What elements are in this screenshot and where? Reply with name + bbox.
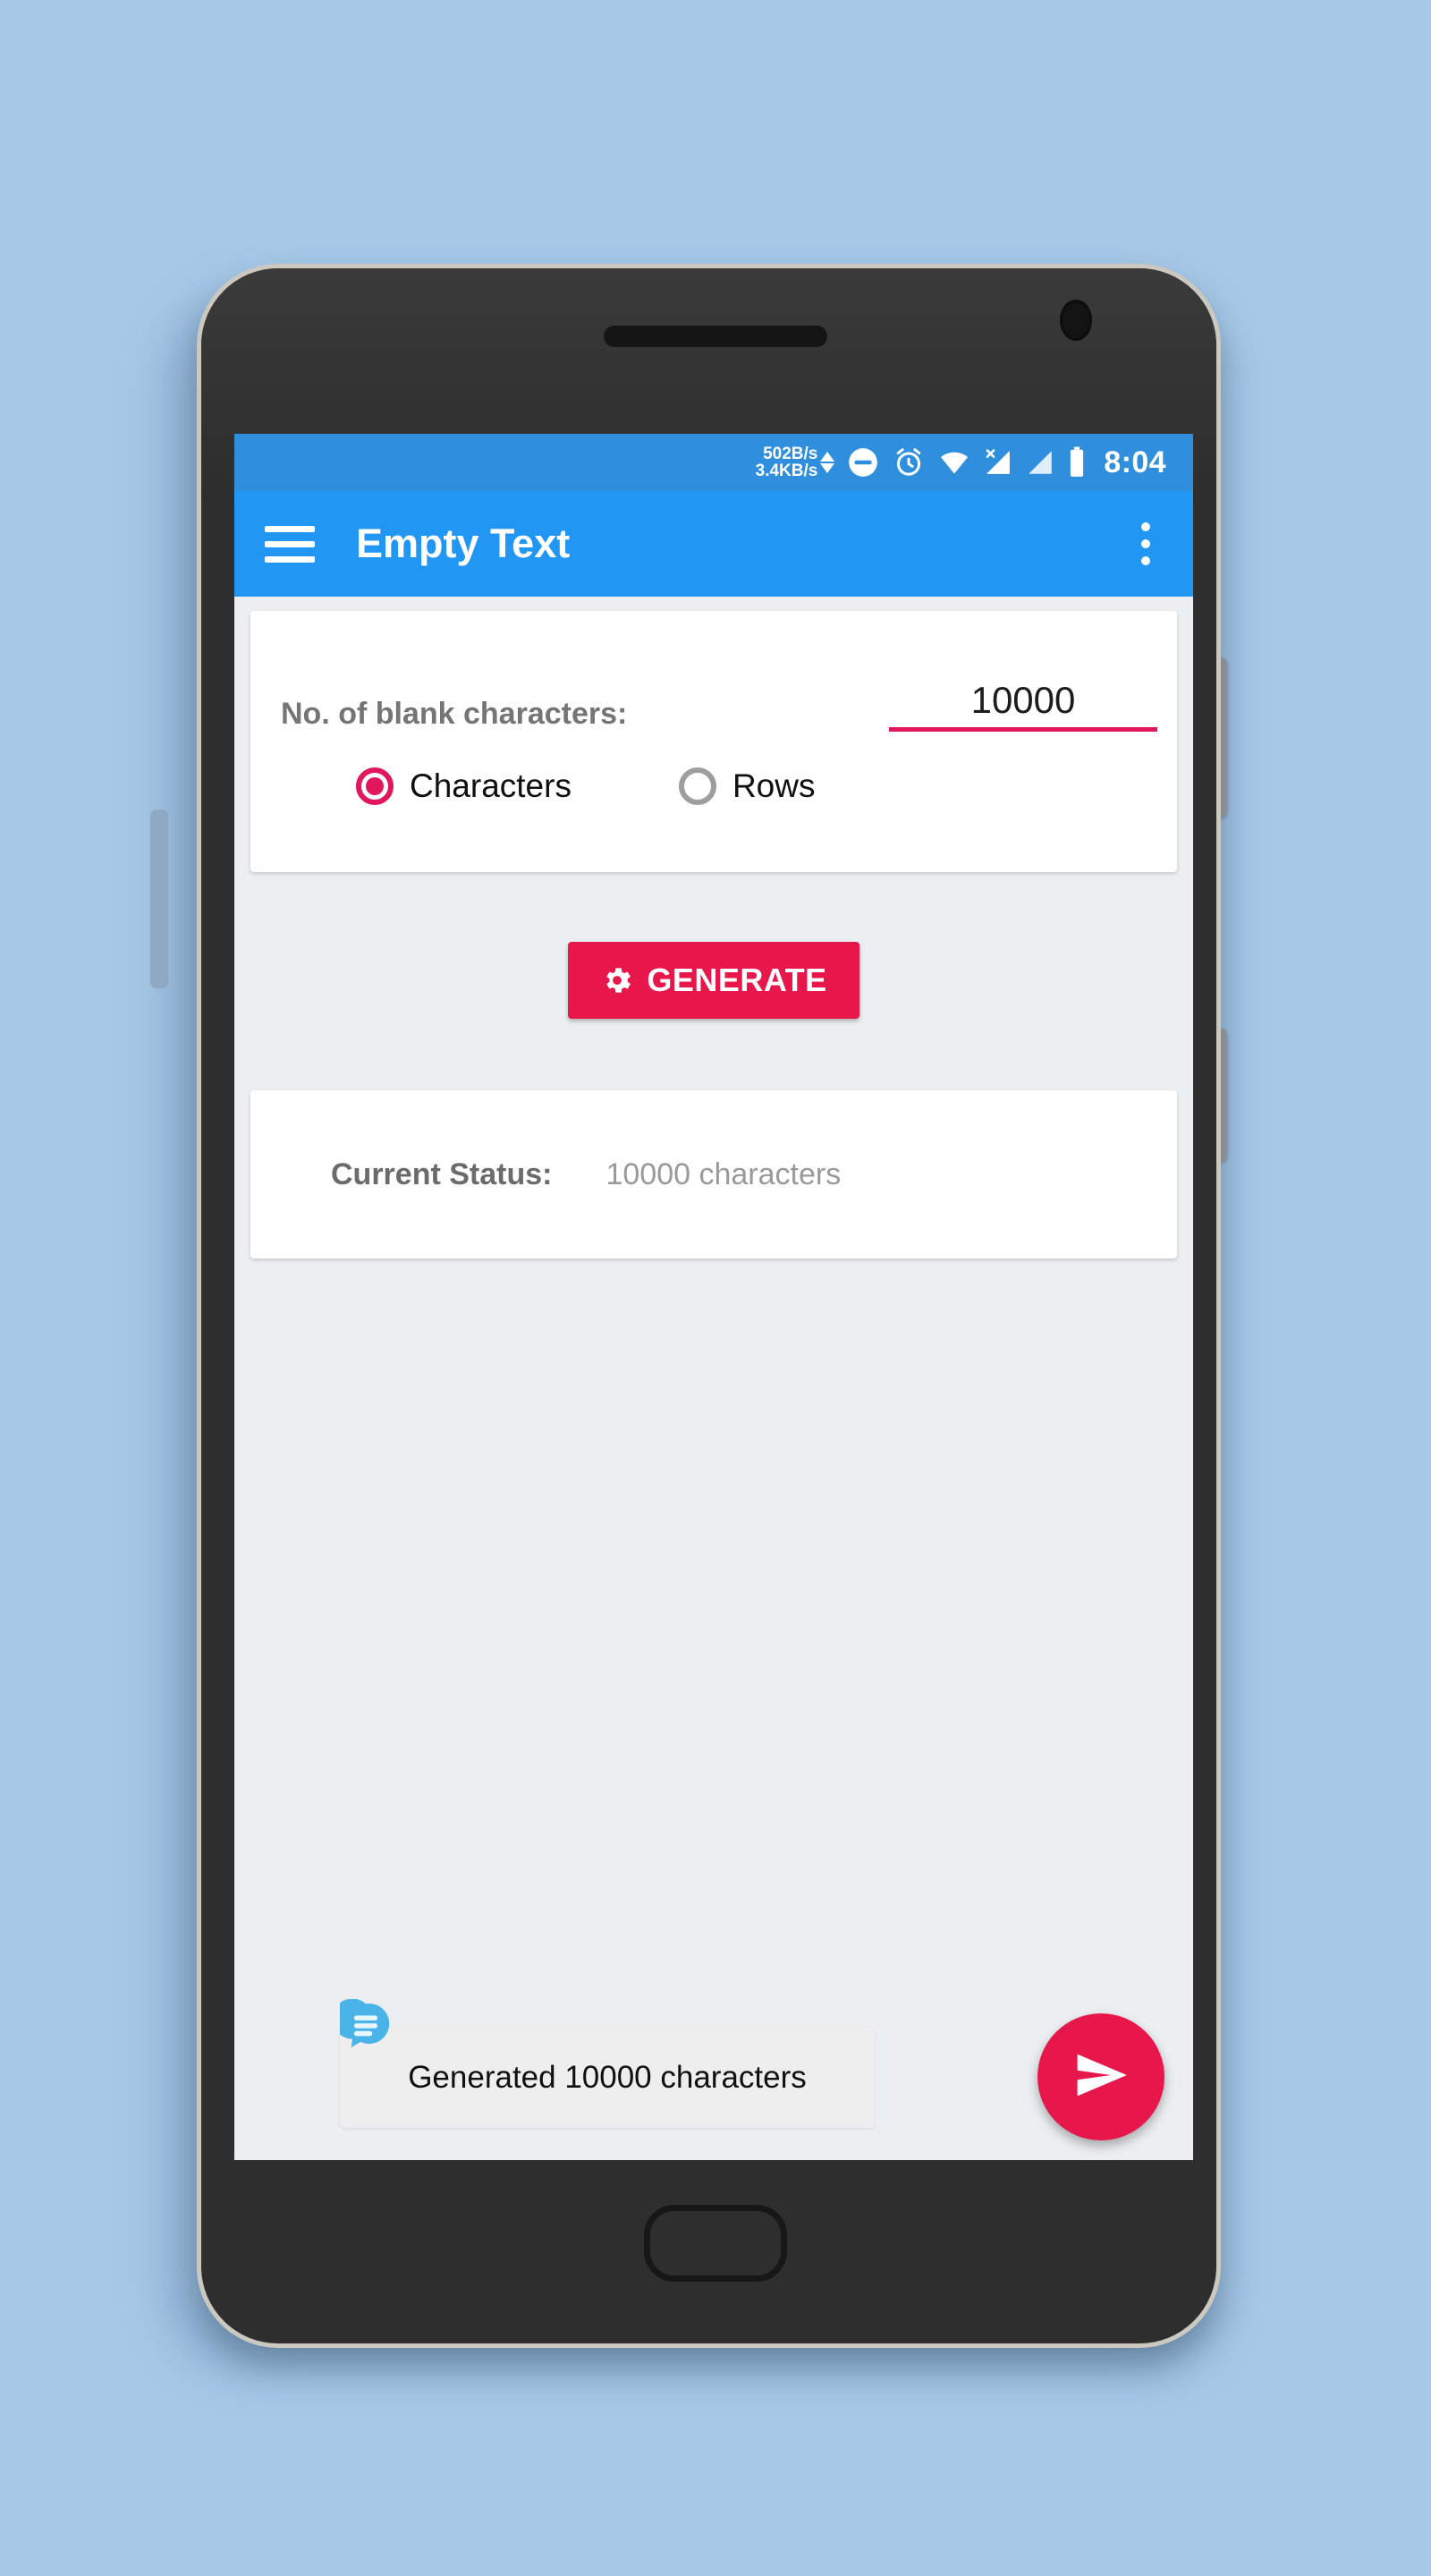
home-button[interactable] <box>644 2205 787 2282</box>
radio-characters-icon[interactable] <box>356 767 394 805</box>
network-speed-up-label: 502B/s <box>763 444 818 463</box>
send-icon <box>1071 2046 1130 2109</box>
do-not-disturb-icon <box>846 445 880 479</box>
upload-arrow-icon <box>820 452 835 462</box>
phone-screen: 502B/s 3.4KB/s 8:04 Empty Text No. of bl… <box>234 434 1193 2160</box>
generate-button-label: GENERATE <box>647 962 827 998</box>
radio-rows-icon[interactable] <box>678 767 716 805</box>
radio-option-rows[interactable]: Rows <box>678 767 816 805</box>
generate-button[interactable]: GENERATE <box>568 942 859 1019</box>
current-status-value: 10000 characters <box>605 1157 842 1191</box>
hamburger-menu-icon[interactable] <box>265 525 315 563</box>
network-speed-down-label: 3.4KB/s <box>755 462 818 480</box>
unit-radio-group: Characters Rows <box>270 767 1157 805</box>
app-bar: Empty Text <box>234 491 1193 597</box>
generate-button-row: GENERATE <box>250 942 1177 1019</box>
network-speed-indicator: 502B/s 3.4KB/s <box>755 444 835 480</box>
status-bar: 502B/s 3.4KB/s 8:04 <box>234 434 1193 491</box>
battery-icon <box>1067 445 1087 479</box>
scene-root: 502B/s 3.4KB/s 8:04 Empty Text No. of bl… <box>0 0 1431 2576</box>
current-status-label: Current Status: <box>331 1157 553 1191</box>
current-status-card: Current Status: 10000 characters <box>250 1090 1177 1258</box>
left-side-button[interactable] <box>150 809 168 988</box>
blank-characters-input[interactable] <box>889 678 1157 722</box>
earpiece-speaker <box>604 326 827 347</box>
send-fab-button[interactable] <box>1037 2013 1164 2140</box>
main-content: No. of blank characters: Characters <box>234 611 1193 2160</box>
message-bubble-icon <box>332 1998 392 2051</box>
radio-rows-label: Rows <box>732 767 816 804</box>
radio-characters-label: Characters <box>410 767 572 804</box>
blank-characters-label: No. of blank characters: <box>281 696 628 731</box>
page-title: Empty Text <box>356 521 571 566</box>
front-camera <box>1060 300 1092 341</box>
blank-characters-field-row: No. of blank characters: <box>270 678 1157 732</box>
alarm-clock-icon <box>892 445 926 479</box>
blank-characters-input-wrap[interactable] <box>889 678 1157 732</box>
mobile-signal-off-icon <box>983 447 1013 478</box>
status-bar-clock: 8:04 <box>1104 445 1166 479</box>
radio-option-characters[interactable]: Characters <box>356 767 572 805</box>
wifi-icon <box>937 445 971 479</box>
toast-notification: Generated 10000 characters <box>332 1998 875 2128</box>
blank-characters-card: No. of blank characters: Characters <box>250 611 1177 872</box>
overflow-menu-icon[interactable] <box>1129 515 1163 572</box>
toast-message: Generated 10000 characters <box>408 2060 807 2095</box>
gear-icon <box>600 963 634 997</box>
mobile-signal-icon <box>1025 447 1055 478</box>
download-arrow-icon <box>820 463 835 473</box>
